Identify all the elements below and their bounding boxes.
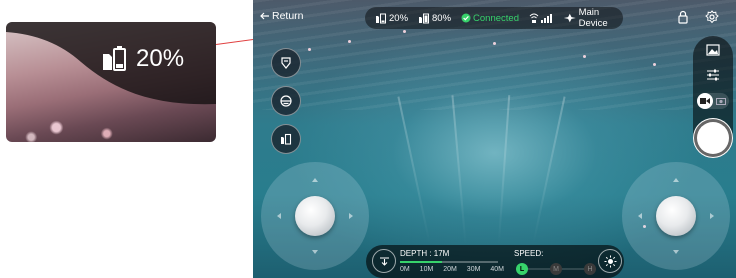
phone-battery-icon (103, 46, 126, 71)
lamp-icon (280, 95, 292, 107)
device-battery-icon (419, 13, 430, 24)
video-mode-option[interactable] (697, 93, 713, 109)
lock-icon[interactable] (676, 10, 690, 24)
device-name: Main Device (578, 7, 608, 29)
sun-icon (604, 255, 616, 267)
anchor-down-icon (379, 256, 389, 266)
photo-camera-icon[interactable] (716, 97, 726, 105)
phone-battery-status: 20% (375, 12, 408, 24)
gallery-icon[interactable] (706, 44, 720, 56)
right-joystick-knob[interactable] (656, 196, 696, 236)
depth-bar (400, 261, 498, 263)
speed-high[interactable]: H (584, 263, 596, 275)
signal-strength-icon (529, 13, 552, 23)
sparkle (493, 42, 496, 45)
depth-ticks: 0M 10M 20M 30M 40M (400, 266, 504, 273)
speed-medium[interactable]: M (550, 263, 562, 275)
sparkle (308, 48, 311, 51)
depth-bar-fill (400, 261, 442, 263)
depth-tick: 30M (466, 266, 481, 273)
depth-tick: 40M (490, 266, 504, 273)
speed-low[interactable]: L (516, 263, 528, 275)
phone-battery-icon (281, 133, 292, 145)
callout-battery: 20% (100, 44, 184, 74)
sparkle (403, 30, 406, 33)
connection-label: Connected (473, 12, 519, 24)
gimbal-button[interactable] (271, 48, 301, 78)
sliders-icon[interactable] (706, 69, 720, 81)
light-ray (451, 95, 467, 245)
speed-label: SPEED: (514, 249, 544, 258)
brightness-button[interactable] (598, 249, 622, 273)
phone-battery-icon (376, 13, 386, 24)
right-joystick[interactable] (622, 162, 730, 270)
callout-battery-value: 20% (136, 45, 185, 72)
status-bar: 20% 80% Connected Main Device (365, 7, 623, 29)
speed-selector[interactable]: L M H (516, 263, 596, 275)
sparkle (583, 55, 586, 58)
mode-toggle[interactable] (697, 93, 729, 109)
device-battery-value: 80% (432, 12, 452, 24)
device-battery-status: 80% (418, 12, 451, 24)
light-ray (497, 95, 511, 245)
connection-status: Connected (461, 13, 519, 24)
return-label: Return (272, 10, 304, 22)
video-camera-icon (700, 98, 710, 104)
settings-gear-icon[interactable] (705, 10, 719, 24)
depth-tick: 20M (443, 266, 457, 273)
device-icon (563, 13, 576, 23)
light-ray (532, 96, 566, 244)
check-circle-icon (461, 13, 471, 23)
left-joystick[interactable] (261, 162, 369, 270)
depth-label: DEPTH : 17M (400, 249, 450, 258)
camera-view: Return 20% 80% Connected Main Device DEP… (253, 0, 736, 278)
descend-button[interactable] (372, 249, 396, 273)
light-ray (397, 96, 431, 244)
depth-tick: 10M (419, 266, 434, 273)
zoom-callout: 20% (6, 22, 216, 142)
device-selector[interactable]: Main Device (563, 7, 623, 29)
return-button[interactable]: Return (260, 10, 304, 22)
left-joystick-knob[interactable] (295, 196, 335, 236)
callout-overlay (6, 22, 216, 105)
arrow-left-icon (260, 12, 269, 20)
sparkle (348, 40, 351, 43)
depth-speed-panel: DEPTH : 17M 0M 10M 20M 30M 40M SPEED: L … (366, 245, 624, 278)
signal-status (529, 12, 553, 24)
sparkle (653, 63, 656, 66)
phone-battery-value: 20% (389, 12, 409, 24)
light-button[interactable] (271, 86, 301, 116)
gimbal-icon (281, 57, 291, 69)
record-shutter-button[interactable] (697, 122, 729, 154)
depth-tick: 0M (400, 266, 410, 273)
battery-info-button[interactable] (271, 124, 301, 154)
